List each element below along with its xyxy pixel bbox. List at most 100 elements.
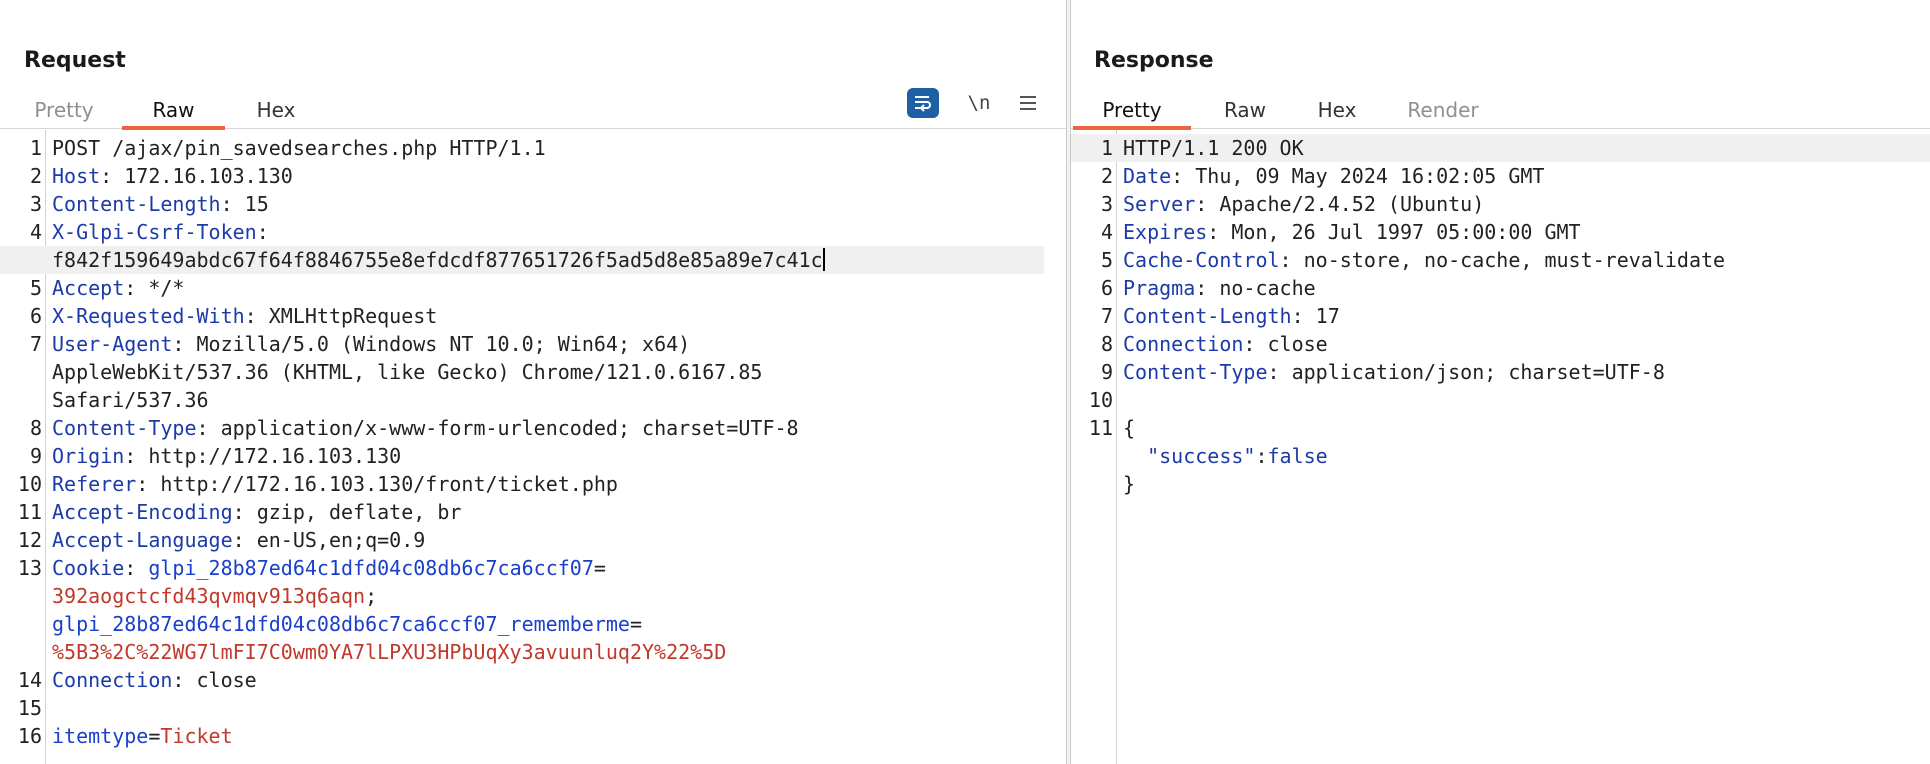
response-editor[interactable]: 1 HTTP/1.1 200 OK 2 Date: Thu, 09 May 2024 … <box>1071 130 1930 764</box>
line-content: Host: 172.16.103.130 <box>52 164 293 188</box>
separator: ; <box>365 584 378 608</box>
request-line: 4 X-Glpi-Csrf-Token: <box>0 218 1066 246</box>
response-pane: Response Pretty Raw Hex Render 1 HTTP/1.1… <box>1071 0 1930 764</box>
separator: = <box>593 556 606 580</box>
text-wrap-button[interactable] <box>907 88 939 118</box>
request-tab-raw[interactable]: Raw <box>122 92 225 130</box>
line-content: Server: Apache/2.4.52 (Ubuntu) <box>1123 192 1485 216</box>
request-tab-hex[interactable]: Hex <box>248 92 304 129</box>
line-content: Pragma: no-cache <box>1123 276 1316 300</box>
param-value: Ticket <box>160 724 233 748</box>
line-content: } <box>1123 470 1135 498</box>
line-number: 4 <box>1100 220 1113 244</box>
line-content: "success":false <box>1123 442 1328 470</box>
line-content: User-Agent: Mozilla/5.0 (Windows NT 10.0… <box>52 332 691 356</box>
request-line: 11 Accept-Encoding: gzip, deflate, br <box>0 498 1066 526</box>
request-line: %5B3%2C%22WG7lmFI7C0wm0YA7lLPXU3HPbUqXy3… <box>0 638 1066 666</box>
header-name: Content-Type <box>52 416 197 440</box>
request-editor[interactable]: 1 POST /ajax/pin_savedsearches.php HTTP/1… <box>0 130 1066 764</box>
response-tab-raw[interactable]: Raw <box>1215 92 1275 129</box>
header-name: Content-Length <box>1123 304 1292 328</box>
response-tab-hex[interactable]: Hex <box>1308 92 1366 129</box>
line-content: { <box>1123 414 1135 442</box>
line-number: 1 <box>29 136 42 160</box>
line-content: HTTP/1.1 200 OK <box>1123 134 1304 162</box>
line-number: 12 <box>17 528 42 552</box>
header-value: application/x-www-form-urlencoded; chars… <box>220 416 799 440</box>
header-value: Mon, 26 Jul 1997 05:00:00 GMT <box>1231 220 1581 244</box>
request-title: Request <box>24 48 126 73</box>
text-caret <box>822 248 825 271</box>
request-line: 13 Cookie: glpi_28b87ed64c1dfd04c08db6c7c… <box>0 554 1066 582</box>
line-content: Content-Length: 17 <box>1123 304 1340 328</box>
response-line: 8 Connection: close <box>1071 330 1930 358</box>
response-tab-pretty[interactable]: Pretty <box>1073 92 1191 130</box>
request-line: AppleWebKit/537.36 (KHTML, like Gecko) C… <box>0 358 1066 386</box>
line-text: f842f159649abdc67f64f8846755e8efdcdf8776… <box>52 248 823 272</box>
line-number: 7 <box>29 332 42 356</box>
line-content: 392aogctcfd43qvmqv913q6aqn; <box>52 582 377 610</box>
header-value: no-store, no-cache, must-revalidate <box>1303 248 1726 272</box>
line-content: Cache-Control: no-store, no-cache, must-… <box>1123 248 1726 272</box>
response-line: 7 Content-Length: 17 <box>1071 302 1930 330</box>
response-lines: 1 HTTP/1.1 200 OK 2 Date: Thu, 09 May 2024 … <box>1071 134 1930 498</box>
header-name: Cookie <box>52 556 125 580</box>
line-text: POST /ajax/pin_savedsearches.php HTTP/1.… <box>52 136 546 160</box>
cookie-value: %5B3%2C%22WG7lmFI7C0wm0YA7lLPXU3HPbUqXy3… <box>52 640 727 664</box>
header-name: X-Glpi-Csrf-Token <box>52 220 257 244</box>
request-tab-pretty[interactable]: Pretty <box>24 92 104 129</box>
response-tab-render[interactable]: Render <box>1402 92 1484 129</box>
line-number: 9 <box>1100 360 1113 384</box>
header-value: Apache/2.4.52 (Ubuntu) <box>1219 192 1485 216</box>
separator: : <box>1255 444 1268 468</box>
line-content: Content-Type: application/x-www-form-url… <box>52 416 799 440</box>
header-name: Pragma <box>1123 276 1196 300</box>
line-content: %5B3%2C%22WG7lmFI7C0wm0YA7lLPXU3HPbUqXy3… <box>52 638 726 666</box>
line-number: 2 <box>1100 164 1113 188</box>
line-number: 4 <box>29 220 42 244</box>
line-content: Accept-Language: en-US,en;q=0.9 <box>52 528 426 552</box>
header-value: 172.16.103.130 <box>124 164 293 188</box>
line-content: AppleWebKit/537.36 (KHTML, like Gecko) C… <box>52 358 762 386</box>
line-content: Content-Length: 15 <box>52 192 269 216</box>
line-content: Cookie: glpi_28b87ed64c1dfd04c08db6c7ca6… <box>52 556 606 580</box>
response-line: } <box>1071 470 1930 498</box>
response-line: 2 Date: Thu, 09 May 2024 16:02:05 GMT <box>1071 162 1930 190</box>
response-line: 1 HTTP/1.1 200 OK <box>1071 134 1930 162</box>
line-number: 10 <box>17 472 42 496</box>
request-line: 7 User-Agent: Mozilla/5.0 (Windows NT 10.… <box>0 330 1066 358</box>
header-value: 15 <box>244 192 269 216</box>
separator: = <box>629 612 643 636</box>
header-value: Mozilla/5.0 (Windows NT 10.0; Win64; x64… <box>196 332 691 356</box>
header-name: User-Agent <box>52 332 173 356</box>
cookie-name: glpi_28b87ed64c1dfd04c08db6c7ca6ccf07 <box>148 556 594 580</box>
request-line: 16 itemtype=Ticket <box>0 722 1066 750</box>
line-number: 9 <box>29 444 42 468</box>
header-name: Content-Type <box>1123 360 1268 384</box>
header-name: Origin <box>52 444 125 468</box>
hamburger-menu-icon[interactable] <box>1012 88 1044 118</box>
header-value: 17 <box>1315 304 1340 328</box>
line-text: HTTP/1.1 200 OK <box>1123 136 1304 160</box>
line-content: X-Requested-With: XMLHttpRequest <box>52 304 438 328</box>
response-line: 3 Server: Apache/2.4.52 (Ubuntu) <box>1071 190 1930 218</box>
request-line: 2 Host: 172.16.103.130 <box>0 162 1066 190</box>
header-name: Connection <box>1123 332 1244 356</box>
line-content: f842f159649abdc67f64f8846755e8efdcdf8776… <box>52 246 825 274</box>
request-line: 10 Referer: http://172.16.103.130/front/t… <box>0 470 1066 498</box>
line-number: 15 <box>17 696 42 720</box>
line-content: Content-Type: application/json; charset=… <box>1123 360 1665 384</box>
request-line: 6 X-Requested-With: XMLHttpRequest <box>0 302 1066 330</box>
header-value: http://172.16.103.130 <box>148 444 402 468</box>
request-line: 392aogctcfd43qvmqv913q6aqn; <box>0 582 1066 610</box>
line-number: 11 <box>17 500 42 524</box>
request-line: 1 POST /ajax/pin_savedsearches.php HTTP/1… <box>0 134 1066 162</box>
response-line: 5 Cache-Control: no-store, no-cache, must… <box>1071 246 1930 274</box>
line-number: 6 <box>29 304 42 328</box>
response-line: 11 { <box>1071 414 1930 442</box>
request-line: 8 Content-Type: application/x-www-form-ur… <box>0 414 1066 442</box>
request-line: 9 Origin: http://172.16.103.130 <box>0 442 1066 470</box>
show-newlines-button[interactable]: \n <box>963 88 995 118</box>
request-line: glpi_28b87ed64c1dfd04c08db6c7ca6ccf07_re… <box>0 610 1066 638</box>
line-text: { <box>1123 416 1136 440</box>
